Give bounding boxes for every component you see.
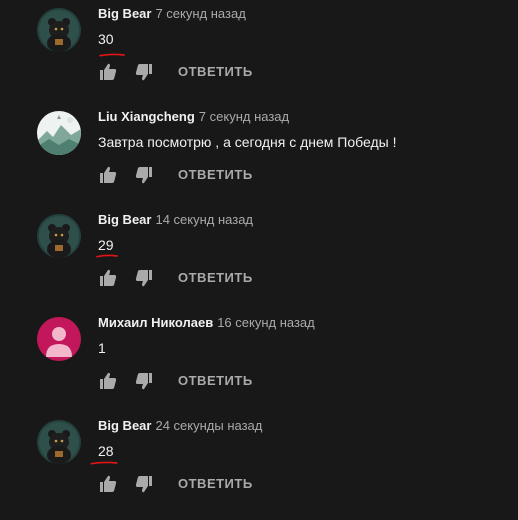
comment-time[interactable]: 7 секунд назад xyxy=(155,6,245,21)
red-underline-annotation xyxy=(99,53,125,57)
dislike-button[interactable] xyxy=(134,371,154,391)
comment-text: Завтра посмотрю , а сегодня с днем Побед… xyxy=(98,134,397,150)
bear-avatar[interactable] xyxy=(37,420,81,464)
comment-header: Big Bear 14 секунд назад xyxy=(98,211,253,229)
thumb-down-icon xyxy=(135,167,152,184)
dislike-button[interactable] xyxy=(134,62,154,82)
landscape-avatar[interactable] xyxy=(37,111,81,155)
comment: Михаил Николаев 16 секунд назад 1 ОТВЕТИТ… xyxy=(0,314,518,417)
reply-button[interactable]: ОТВЕТИТЬ xyxy=(178,167,253,182)
bear-avatar[interactable] xyxy=(37,8,81,52)
comment: Big Bear 7 секунд назад 30 ОТВЕТИТЬ xyxy=(0,5,518,108)
reply-button[interactable]: ОТВЕТИТЬ xyxy=(178,373,253,388)
thumb-up-icon xyxy=(100,475,117,492)
comment-text: 30 xyxy=(98,31,114,47)
bear-avatar[interactable] xyxy=(37,214,81,258)
comment-header: Big Bear 24 секунды назад xyxy=(98,417,262,435)
comment: Liu Xiangcheng 7 секунд назад Завтра посм… xyxy=(0,108,518,211)
comment-header: Liu Xiangcheng 7 секунд назад xyxy=(98,108,289,126)
author-name[interactable]: Big Bear xyxy=(98,418,151,433)
thumb-down-icon xyxy=(135,476,152,493)
like-button[interactable] xyxy=(98,165,118,185)
dislike-button[interactable] xyxy=(134,474,154,494)
comment-text: 1 xyxy=(98,340,106,356)
red-underline-annotation xyxy=(90,461,118,465)
author-name[interactable]: Михаил Николаев xyxy=(98,315,213,330)
comment-time[interactable]: 24 секунды назад xyxy=(155,418,262,433)
thumb-down-icon xyxy=(135,270,152,287)
like-button[interactable] xyxy=(98,62,118,82)
comment: Big Bear 14 секунд назад 29 ОТВЕТИТЬ xyxy=(0,211,518,314)
dislike-button[interactable] xyxy=(134,268,154,288)
comment-header: Big Bear 7 секунд назад xyxy=(98,5,246,23)
comment-time[interactable]: 7 секунд назад xyxy=(199,109,289,124)
thumb-up-icon xyxy=(100,269,117,286)
comment-text: 28 xyxy=(98,443,114,459)
author-name[interactable]: Big Bear xyxy=(98,212,151,227)
thumb-down-icon xyxy=(135,373,152,390)
author-name[interactable]: Big Bear xyxy=(98,6,151,21)
dislike-button[interactable] xyxy=(134,165,154,185)
comment-time[interactable]: 16 секунд назад xyxy=(217,315,315,330)
comment-header: Михаил Николаев 16 секунд назад xyxy=(98,314,315,332)
reply-button[interactable]: ОТВЕТИТЬ xyxy=(178,476,253,491)
like-button[interactable] xyxy=(98,371,118,391)
like-button[interactable] xyxy=(98,268,118,288)
comment-time[interactable]: 14 секунд назад xyxy=(155,212,253,227)
thumb-up-icon xyxy=(100,372,117,389)
like-button[interactable] xyxy=(98,474,118,494)
reply-button[interactable]: ОТВЕТИТЬ xyxy=(178,64,253,79)
red-underline-annotation xyxy=(96,254,118,258)
thumb-up-icon xyxy=(100,166,117,183)
reply-button[interactable]: ОТВЕТИТЬ xyxy=(178,270,253,285)
thumb-down-icon xyxy=(135,64,152,81)
comment-text: 29 xyxy=(98,237,114,253)
thumb-up-icon xyxy=(100,63,117,80)
comment: Big Bear 24 секунды назад 28 ОТВЕТИТЬ xyxy=(0,417,518,520)
author-name[interactable]: Liu Xiangcheng xyxy=(98,109,195,124)
default-user-avatar[interactable] xyxy=(37,317,81,361)
